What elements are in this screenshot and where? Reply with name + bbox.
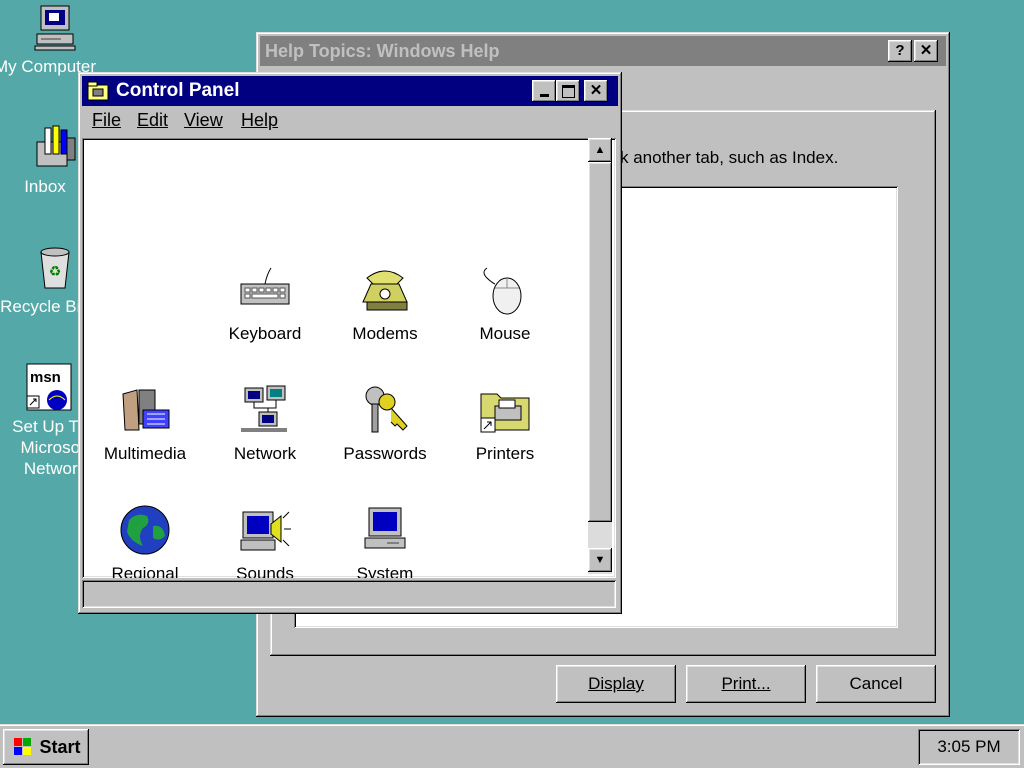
cp-item-sounds[interactable]: Sounds — [210, 502, 320, 578]
cp-item-passwords[interactable]: Passwords — [330, 382, 440, 464]
menu-edit[interactable]: Edit — [137, 110, 168, 131]
minimize-button[interactable] — [532, 80, 556, 102]
cp-item-label: Multimedia — [103, 444, 187, 463]
globe-icon — [117, 502, 173, 558]
computer-icon — [357, 502, 413, 558]
scroll-thumb[interactable] — [588, 162, 612, 522]
cp-item-label: Sounds — [236, 564, 294, 578]
keyboard-icon — [237, 262, 293, 318]
cp-item-label: Mouse — [479, 324, 531, 343]
print-button[interactable]: Print... — [686, 665, 806, 703]
cp-item-printers[interactable]: Printers — [450, 382, 560, 464]
system-tray-clock[interactable]: 3:05 PM — [918, 729, 1020, 765]
start-label: Start — [39, 736, 81, 757]
cp-item-label: Passwords — [343, 444, 427, 463]
close-icon: ✕ — [589, 82, 603, 99]
svg-text:♻: ♻ — [49, 263, 62, 279]
control-panel-title: Control Panel — [116, 80, 240, 101]
vertical-scrollbar[interactable]: ▲ ▼ — [588, 138, 612, 574]
maximize-button[interactable] — [556, 80, 580, 102]
close-button[interactable]: ✕ — [584, 80, 608, 102]
help-close-button[interactable]: ✕ — [914, 40, 938, 62]
desktop-icon-my-computer[interactable]: My Computer — [0, 4, 110, 77]
cp-item-regional[interactable]: Regional — [90, 502, 200, 578]
cp-item-label: Regional — [111, 564, 179, 578]
status-bar — [82, 580, 616, 608]
close-icon: ✕ — [919, 42, 933, 59]
cp-item-label: Network — [233, 444, 297, 463]
maximize-icon — [561, 84, 575, 98]
cp-item-label: Keyboard — [228, 324, 302, 343]
svg-text:msn: msn — [30, 369, 61, 386]
my-computer-icon — [31, 4, 79, 52]
clock-text: 3:05 PM — [937, 737, 1001, 756]
menu-help[interactable]: Help — [241, 110, 278, 131]
minimize-icon — [539, 94, 549, 97]
keys-icon — [357, 382, 413, 438]
msn-icon: msn — [25, 362, 75, 412]
print-button-label: Print... — [721, 674, 771, 693]
recycle-bin-icon: ♻ — [31, 244, 79, 292]
printer-folder-icon — [477, 382, 533, 438]
display-button-label: Display — [588, 674, 644, 693]
cancel-button[interactable]: Cancel — [816, 665, 936, 703]
cp-item-system[interactable]: System — [330, 502, 440, 578]
scroll-down-button[interactable]: ▼ — [588, 548, 612, 572]
speaker-computer-icon — [237, 502, 293, 558]
cp-item-label: Modems — [352, 324, 418, 343]
multimedia-icon — [117, 382, 173, 438]
display-button[interactable]: Display — [556, 665, 676, 703]
control-panel-window[interactable]: Control Panel ✕ File Edit View Help Keyb… — [78, 72, 622, 614]
cp-item-keyboard[interactable]: Keyboard — [210, 262, 320, 344]
scroll-up-button[interactable]: ▲ — [588, 138, 612, 162]
menu-file[interactable]: File — [92, 110, 121, 131]
menu-view[interactable]: View — [184, 110, 223, 131]
control-panel-window-icon[interactable] — [87, 81, 109, 101]
modem-telephone-icon — [357, 262, 413, 318]
cp-item-label: System — [356, 564, 414, 578]
cancel-button-label: Cancel — [849, 674, 903, 693]
taskbar: Start 3:05 PM — [0, 724, 1024, 768]
cp-item-mouse[interactable]: Mouse — [450, 262, 560, 344]
cp-item-modems[interactable]: Modems — [330, 262, 440, 344]
control-panel-content[interactable]: Keyboard Modems Mouse Multimedia Network — [82, 138, 616, 578]
help-window-title-bar[interactable]: Help Topics: Windows Help — [260, 36, 946, 66]
cp-item-multimedia[interactable]: Multimedia — [90, 382, 200, 464]
inbox-icon — [31, 124, 79, 172]
windows-logo-icon — [11, 736, 35, 758]
mouse-icon — [477, 262, 533, 318]
cp-item-label: Printers — [475, 444, 535, 463]
help-question-button[interactable]: ? — [888, 40, 912, 62]
arrow-down-icon: ▼ — [594, 554, 606, 566]
help-instruction-text: k another tab, such as Index. — [620, 148, 839, 167]
network-icon — [237, 382, 293, 438]
start-button[interactable]: Start — [3, 729, 89, 765]
arrow-up-icon: ▲ — [594, 144, 606, 156]
cp-item-network[interactable]: Network — [210, 382, 320, 464]
help-window-title: Help Topics: Windows Help — [265, 41, 500, 61]
